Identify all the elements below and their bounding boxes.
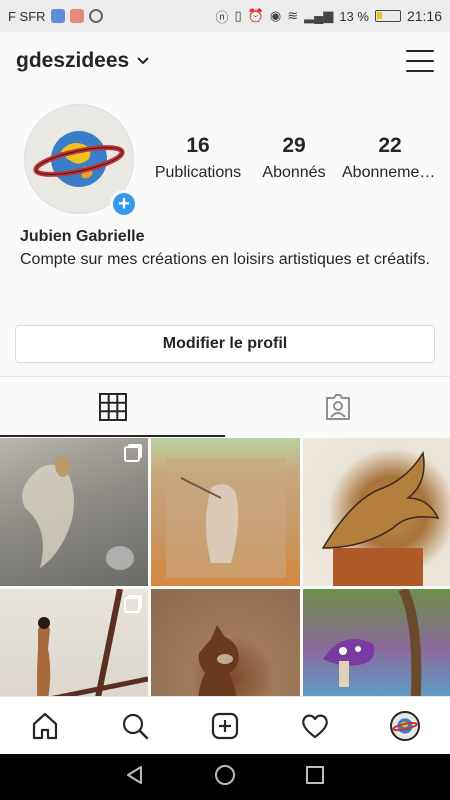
bottom-navigation [0,696,450,754]
angel-artwork [166,458,286,578]
avatar [390,710,420,741]
post-thumbnail[interactable] [303,589,450,696]
nfc-icon: ⓝ [215,9,229,25]
signal-icon: ▂▄▆ [304,8,334,23]
profile-tabs [0,376,450,437]
tagged-icon [325,394,350,420]
post-thumbnail[interactable] [303,438,450,586]
system-navigation-bar [0,754,450,800]
alarm-icon: ⏰ [247,8,264,23]
edit-profile-button[interactable]: Modifier le profil [15,325,435,363]
profile-stats: 16 Publications 29 Abonnés 22 Abonnement… [150,134,440,182]
multiple-photos-icon [124,446,140,462]
home-icon[interactable] [25,706,65,746]
planet-logo-icon [392,717,418,734]
search-icon[interactable] [115,706,155,746]
tab-tagged[interactable] [225,377,450,437]
home-button-icon[interactable] [214,764,236,791]
wifi-icon: ≋ [287,8,299,23]
post-thumbnail[interactable] [0,438,148,586]
multiple-photos-icon [124,597,140,613]
profile-name: Jubien Gabrielle [20,228,145,245]
status-bar: F SFR ⓝ ▯ ⏰ ◉ ≋ ▂▄▆ 13 % 21:16 [0,0,450,32]
activity-heart-icon[interactable] [295,706,335,746]
account-switcher[interactable]: gdeszidees [16,49,129,73]
profile-header: gdeszidees [0,32,450,90]
stat-posts[interactable]: 16 Publications [150,134,246,182]
post-thumbnail[interactable] [0,589,148,696]
notification-icon [69,9,84,23]
profile-avatar[interactable]: + [24,104,138,218]
profile-bio: Jubien Gabrielle Compte sur mes création… [20,228,430,272]
vibrate-icon: ▯ [234,8,242,23]
chevron-down-icon[interactable] [137,54,149,68]
carrier-label: F SFR [8,8,46,24]
menu-icon[interactable] [406,50,434,72]
horse-artwork [198,625,239,696]
clock: 21:16 [406,8,442,24]
stat-label: Abonnés [262,164,326,181]
stat-label: Abonnements [342,164,438,181]
back-icon[interactable] [125,765,145,790]
posts-grid [0,438,450,696]
planet-logo-icon [33,131,125,187]
eye-icon: ◉ [269,8,282,23]
stat-value: 22 [378,134,402,157]
notification-icon [50,9,65,23]
battery-percent: 13 % [339,8,369,24]
post-thumbnail[interactable] [151,589,300,696]
post-thumbnail[interactable] [151,438,300,586]
stat-value: 29 [282,134,306,157]
stat-value: 16 [186,134,210,157]
tab-grid[interactable] [0,377,225,437]
profile-tab[interactable] [385,706,425,746]
bio-text: Compte sur mes créations en loisirs arti… [20,251,430,268]
recent-apps-icon[interactable] [305,765,325,790]
stat-label: Publications [154,164,242,181]
stat-following[interactable]: 22 Abonnements [342,134,438,182]
stat-followers[interactable]: 29 Abonnés [246,134,342,182]
dragon-artwork [321,450,440,586]
sync-icon [88,9,103,23]
add-story-icon[interactable]: + [110,190,138,218]
mushroom-artwork [323,589,422,696]
grid-icon [98,393,127,421]
new-post-icon[interactable] [205,706,245,746]
battery-icon [374,10,401,22]
